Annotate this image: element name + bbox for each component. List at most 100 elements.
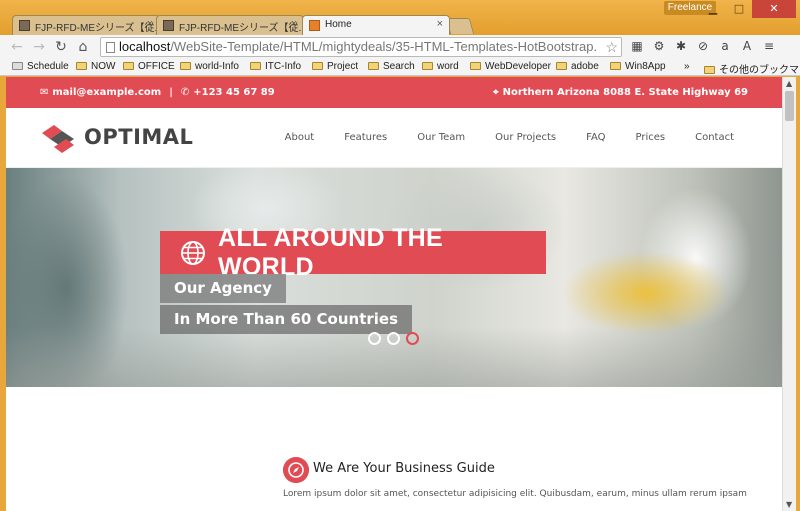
hero-subtitle-2: In More Than 60 Countries — [160, 305, 413, 334]
title-bar: Freelance ▁ □ ✕ FJP-RFD-MEシリーズ【従... × FJ… — [0, 0, 800, 35]
contact-bar: ✉ mail@example.com | ✆ +123 45 67 89 ⌖ N… — [6, 77, 782, 108]
tab-1[interactable]: FJP-RFD-MEシリーズ【従... × — [12, 15, 160, 35]
main-nav: About Features Our Team Our Projects FAQ… — [285, 132, 734, 143]
separator: | — [169, 87, 173, 98]
tab-label: FJP-RFD-MEシリーズ【従... — [179, 23, 304, 34]
folder-icon — [422, 62, 433, 70]
slider-dot[interactable] — [368, 332, 381, 345]
tab-label: FJP-RFD-MEシリーズ【従... — [35, 23, 160, 34]
bookmark-folder[interactable]: NOW — [76, 61, 115, 72]
scroll-up-icon[interactable]: ▲ — [786, 79, 792, 88]
map-pin-icon: ⌖ — [492, 87, 499, 98]
nav-faq[interactable]: FAQ — [586, 132, 605, 143]
nav-about[interactable]: About — [285, 132, 315, 143]
mail-icon: ✉ — [40, 87, 49, 98]
nav-our-projects[interactable]: Our Projects — [495, 132, 556, 143]
address-info: ⌖ Northern Arizona 8088 E. State Highway… — [493, 87, 748, 98]
bookmark-folder[interactable]: adobe — [556, 61, 599, 72]
extension-amazon-icon[interactable]: a — [716, 37, 734, 55]
maximize-button[interactable]: □ — [726, 0, 752, 18]
extension-puzzle-icon[interactable]: ✱ — [672, 37, 690, 55]
back-button[interactable]: ← — [6, 36, 28, 58]
extension-translate-icon[interactable]: A — [738, 37, 756, 55]
other-bookmarks[interactable]: その他のブックマーク — [704, 61, 800, 76]
extension-reader-icon[interactable]: ▦ — [628, 37, 646, 55]
folder-icon — [556, 62, 567, 70]
site-header: OPTIMAL About Features Our Team Our Proj… — [6, 108, 782, 168]
bookmark-folder[interactable]: OFFICE — [123, 61, 175, 72]
folder-icon — [704, 66, 715, 74]
phone-number[interactable]: +123 45 67 89 — [193, 87, 274, 98]
compass-icon — [283, 457, 309, 483]
folder-icon — [610, 62, 621, 70]
bookmarks-more-button[interactable]: » — [684, 61, 690, 72]
tab-2[interactable]: FJP-RFD-MEシリーズ【従... × — [156, 15, 304, 35]
bookmark-folder[interactable]: Project — [312, 61, 358, 72]
bookmark-folder[interactable]: word — [422, 61, 459, 72]
window-controls: ▁ □ ✕ — [700, 0, 796, 18]
hero-title: ALL AROUND THE WORLD — [160, 224, 546, 281]
contact-info: ✉ mail@example.com | ✆ +123 45 67 89 — [40, 87, 275, 98]
hero-slider: ALL AROUND THE WORLD Our Agency In More … — [6, 168, 782, 387]
bookmark-folder[interactable]: ITC-Info — [250, 61, 301, 72]
hero-title-text: ALL AROUND THE WORLD — [217, 223, 444, 281]
tab-label: Home — [325, 19, 352, 30]
home-button[interactable]: ⌂ — [72, 36, 94, 58]
extension-stop-icon[interactable]: ⊘ — [694, 37, 712, 55]
section-body: Lorem ipsum dolor sit amet, consectetur … — [283, 489, 747, 499]
scroll-down-icon[interactable]: ▼ — [786, 500, 792, 509]
folder-icon — [76, 62, 87, 70]
folder-icon — [123, 62, 134, 70]
tab-close-icon[interactable]: × — [437, 18, 443, 30]
bookmark-folder[interactable]: Win8App — [610, 61, 666, 72]
nav-contact[interactable]: Contact — [695, 132, 734, 143]
folder-icon — [470, 62, 481, 70]
folder-icon — [180, 62, 191, 70]
close-window-button[interactable]: ✕ — [752, 0, 796, 18]
reload-button[interactable]: ↻ — [50, 36, 72, 58]
extension-gear-icon[interactable]: ⚙ — [650, 37, 668, 55]
bookmarks-bar: Schedule NOW OFFICE world-Info ITC-Info … — [0, 59, 800, 76]
nav-our-team[interactable]: Our Team — [417, 132, 465, 143]
new-tab-button[interactable] — [445, 18, 475, 34]
slider-dot[interactable] — [387, 332, 400, 345]
email-link[interactable]: mail@example.com — [52, 87, 161, 98]
bookmark-page-icon — [12, 62, 23, 70]
forward-button[interactable]: → — [28, 36, 50, 58]
slider-dot-active[interactable] — [406, 332, 419, 345]
url-path: /WebSite-Template/HTML/mightydeals/35-HT… — [170, 39, 598, 54]
tab-close-icon[interactable]: × — [291, 18, 297, 30]
menu-icon[interactable]: ≡ — [760, 37, 778, 55]
browser-toolbar: ← → ↻ ⌂ localhost/WebSite-Template/HTML/… — [0, 35, 800, 59]
bookmark-folder[interactable]: Search — [368, 61, 415, 72]
page-icon — [106, 42, 115, 53]
address-text: Northern Arizona 8088 E. State Highway 6… — [502, 87, 748, 98]
hero-subtitle-1: Our Agency — [160, 274, 286, 303]
scroll-thumb[interactable] — [785, 91, 794, 121]
bookmark-folder[interactable]: world-Info — [180, 61, 239, 72]
bookmark-star-icon[interactable]: ☆ — [605, 38, 618, 56]
folder-icon — [312, 62, 323, 70]
globe-icon — [180, 240, 205, 265]
section-title: We Are Your Business Guide — [313, 461, 495, 476]
logo-icon[interactable] — [40, 123, 76, 155]
favicon-icon — [163, 20, 174, 31]
url-host: localhost — [119, 39, 171, 54]
folder-icon — [368, 62, 379, 70]
nav-prices[interactable]: Prices — [635, 132, 665, 143]
html5-favicon-icon — [309, 20, 320, 31]
bookmark-folder[interactable]: WebDeveloper — [470, 61, 551, 72]
address-bar[interactable]: localhost/WebSite-Template/HTML/mightyde… — [100, 37, 622, 57]
favicon-icon — [19, 20, 30, 31]
phone-icon: ✆ — [180, 87, 190, 98]
nav-features[interactable]: Features — [344, 132, 387, 143]
page-scrollbar[interactable]: ▲ ▼ — [782, 77, 796, 511]
slider-dots — [368, 332, 419, 345]
folder-icon — [250, 62, 261, 70]
bookmark-schedule[interactable]: Schedule — [12, 61, 69, 72]
logo-text[interactable]: OPTIMAL — [84, 125, 193, 149]
extension-icons: ▦ ⚙ ✱ ⊘ a A ≡ — [628, 37, 778, 55]
minimize-button[interactable]: ▁ — [700, 0, 726, 18]
tab-home[interactable]: Home × — [302, 15, 450, 35]
tab-close-icon[interactable]: × — [147, 18, 153, 30]
